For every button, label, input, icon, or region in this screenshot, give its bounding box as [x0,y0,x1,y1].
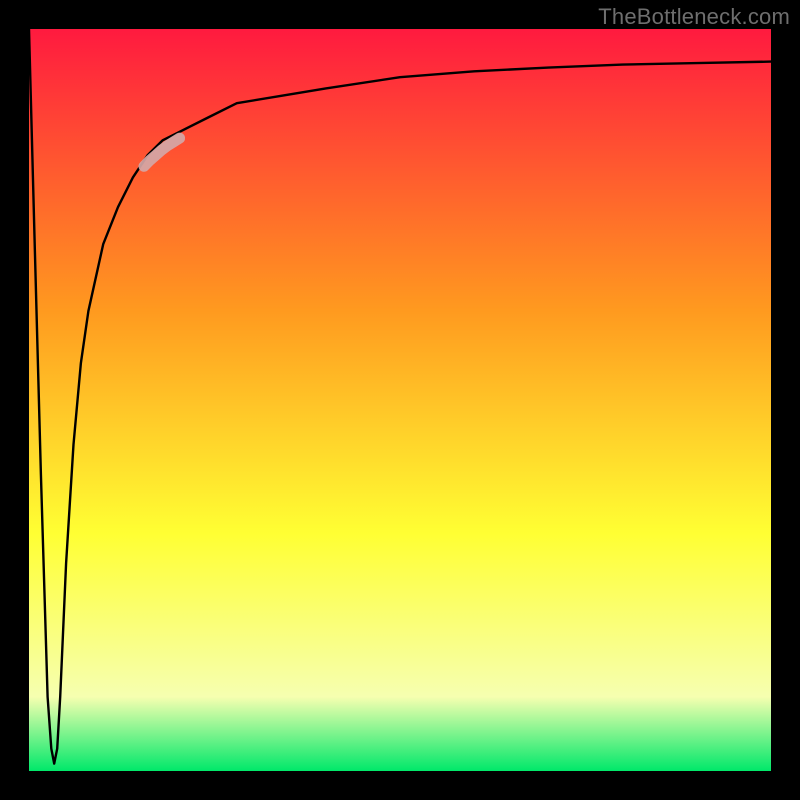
gradient-background [29,29,771,771]
bottleneck-plot [29,29,771,771]
watermark-text: TheBottleneck.com [598,4,790,30]
chart-frame: { "watermark": "TheBottleneck.com", "col… [0,0,800,800]
